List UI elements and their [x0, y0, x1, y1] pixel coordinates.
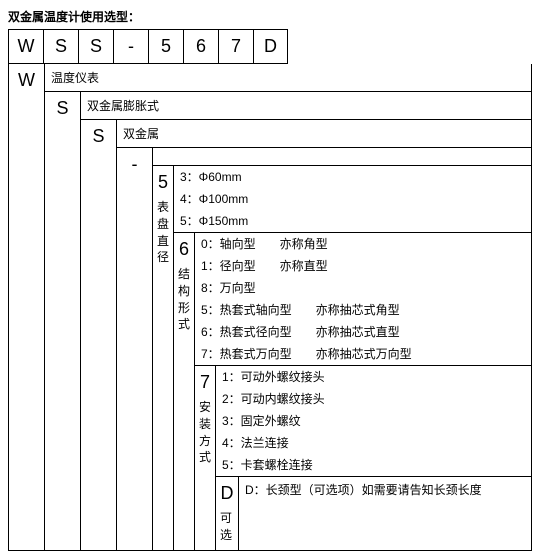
code-cell: S — [43, 29, 78, 64]
d7-option: 3：固定外螺纹 — [216, 410, 531, 432]
d6-option: 8：万向型 — [195, 277, 531, 299]
d7-option: 2：可动内螺纹接头 — [216, 388, 531, 410]
level-w-label: 温度仪表 — [45, 64, 531, 92]
level-7-vlabel: 安装方式 — [195, 393, 215, 472]
level-D-vlabel: 可选 — [216, 504, 236, 550]
d5-option: 4：Φ100mm — [174, 188, 531, 210]
code-cell: 5 — [148, 29, 183, 64]
code-cell: D — [253, 29, 288, 64]
d5-option: 5：Φ150mm — [174, 210, 531, 232]
code-cell: - — [113, 29, 148, 64]
selection-title: 双金属温度计使用选型： — [8, 8, 534, 25]
code-row: W S S - 5 6 7 D — [8, 29, 534, 64]
level-6-char: 6 — [174, 233, 194, 260]
level-D-desc: D：长颈型（可选项）如需要请告知长颈长度 — [239, 477, 531, 503]
level-5-vlabel: 表盘直径 — [153, 193, 173, 272]
level-D-char: D — [216, 477, 238, 504]
code-cell: 6 — [183, 29, 218, 64]
code-cell: 7 — [218, 29, 253, 64]
code-cell: S — [78, 29, 113, 64]
level-s1-label: 双金属膨胀式 — [81, 92, 531, 120]
level-w-char: W — [9, 64, 44, 550]
d7-option: 4：法兰连接 — [216, 432, 531, 454]
level-5-char: 5 — [153, 166, 173, 193]
level-6-vlabel: 结构形式 — [174, 260, 194, 339]
selection-table: W 温度仪表 S 双金属膨胀式 S 双金属 - — [8, 64, 532, 551]
level-7-char: 7 — [195, 366, 215, 393]
d6-option: 7：热套式万向型 亦称抽芯式万向型 — [195, 343, 531, 365]
level-s2-char: S — [81, 120, 116, 550]
d6-option: 0：轴向型 亦称角型 — [195, 233, 531, 255]
code-cell: W — [8, 29, 43, 64]
level-dash-char: - — [117, 148, 152, 550]
level-dash-label — [153, 148, 531, 166]
d7-option: 5：卡套螺栓连接 — [216, 454, 531, 476]
d7-option: 1：可动外螺纹接头 — [216, 366, 531, 388]
d6-option: 1：径向型 亦称直型 — [195, 255, 531, 277]
level-s1-char: S — [45, 92, 80, 550]
d6-option: 5：热套式轴向型 亦称抽芯式角型 — [195, 299, 531, 321]
d5-option: 3：Φ60mm — [174, 166, 531, 188]
level-s2-label: 双金属 — [117, 120, 531, 148]
d6-option: 6：热套式径向型 亦称抽芯式直型 — [195, 321, 531, 343]
